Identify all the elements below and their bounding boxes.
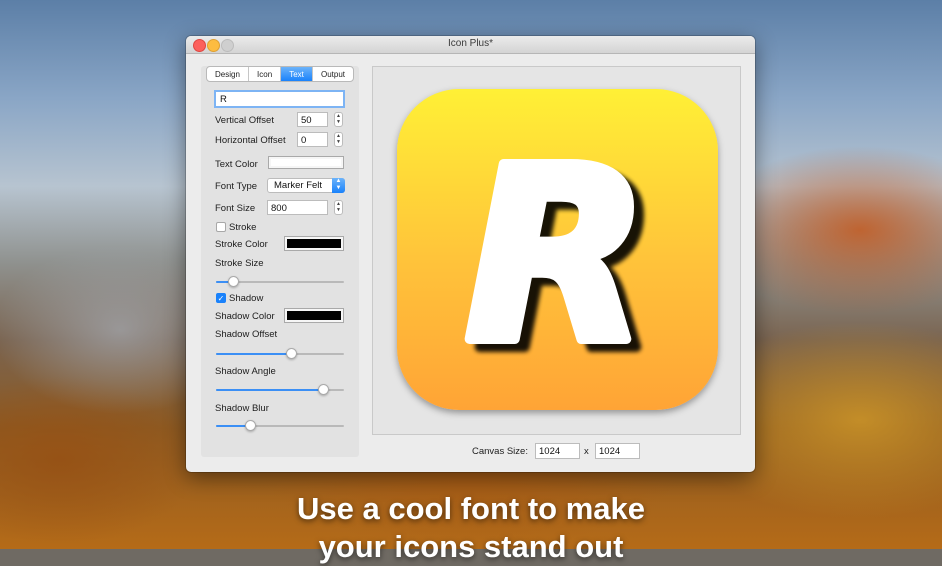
icon-preview-area: R R (372, 66, 741, 435)
shadow-color-well[interactable] (284, 308, 344, 323)
slider-knob[interactable] (245, 420, 257, 431)
tab-output[interactable]: Output (313, 67, 353, 81)
canvas-size-label: Canvas Size: (472, 446, 528, 457)
canvas-height-field[interactable]: 1024 (595, 443, 640, 459)
canvas-size-separator: x (584, 446, 589, 457)
font-type-label: Font Type (215, 181, 258, 192)
caption-line-1: Use a cool font to make (297, 491, 645, 526)
font-type-value: Marker Felt (274, 180, 323, 191)
vertical-offset-field[interactable]: 50 (297, 112, 328, 127)
slider-knob[interactable] (318, 384, 330, 395)
tab-design[interactable]: Design (207, 67, 249, 81)
icon-text-input[interactable]: R (214, 90, 345, 108)
font-size-stepper[interactable]: ▲ ▼ (334, 200, 343, 215)
stroke-checkbox[interactable] (216, 222, 226, 232)
popup-chevron-icon: ▲ ▼ (332, 178, 345, 193)
shadow-blur-label: Shadow Blur (215, 403, 269, 414)
stroke-color-label: Stroke Color (215, 239, 268, 250)
segmented-tabs: Design Icon Text Output (206, 66, 354, 82)
shadow-offset-slider[interactable] (216, 348, 344, 360)
window-title: Icon Plus* (447, 38, 494, 49)
horizontal-offset-label: Horizontal Offset (215, 135, 286, 146)
shadow-angle-slider[interactable] (216, 384, 344, 396)
horizontal-offset-stepper[interactable]: ▲ ▼ (334, 132, 343, 147)
title-bar[interactable]: Icon Plus* (186, 36, 755, 54)
font-size-label: Font Size (215, 203, 256, 214)
horizontal-offset-field[interactable]: 0 (297, 132, 328, 147)
app-window: Icon Plus* Design Icon Text Output R Ver… (186, 36, 755, 472)
text-color-well[interactable] (268, 156, 344, 169)
text-color-label: Text Color (215, 159, 258, 170)
canvas-width-field[interactable]: 1024 (535, 443, 580, 459)
vertical-offset-label: Vertical Offset (215, 115, 274, 126)
slider-fill (216, 389, 324, 391)
stroke-size-label: Stroke Size (215, 258, 264, 269)
promo-caption: Use a cool font to make your icons stand… (0, 490, 942, 566)
shadow-angle-label: Shadow Angle (215, 366, 276, 377)
shadow-checkbox[interactable]: ✓ (216, 293, 226, 303)
tab-text[interactable]: Text (281, 67, 313, 81)
icon-letter-graphic: R R (460, 111, 665, 409)
slider-knob[interactable] (228, 276, 240, 287)
text-color-swatch (271, 159, 341, 166)
font-type-popup[interactable]: Marker Felt ▲ ▼ (267, 178, 345, 193)
app-icon-preview: R R (397, 89, 718, 410)
caption-line-2: your icons stand out (318, 529, 624, 564)
vertical-offset-stepper[interactable]: ▲ ▼ (334, 112, 343, 127)
shadow-color-swatch (287, 311, 341, 320)
tab-icon[interactable]: Icon (249, 67, 282, 81)
slider-knob[interactable] (286, 348, 298, 359)
stroke-label: Stroke (229, 222, 257, 233)
font-size-field[interactable]: 800 (267, 200, 328, 215)
stroke-color-swatch (287, 239, 341, 248)
shadow-label: Shadow (229, 293, 264, 304)
stroke-color-well[interactable] (284, 236, 344, 251)
shadow-blur-slider[interactable] (216, 420, 344, 432)
shadow-offset-label: Shadow Offset (215, 329, 278, 340)
icon-letter: R (465, 116, 650, 396)
stroke-size-slider[interactable] (216, 276, 344, 288)
shadow-color-label: Shadow Color (215, 311, 275, 322)
slider-fill (216, 353, 292, 355)
